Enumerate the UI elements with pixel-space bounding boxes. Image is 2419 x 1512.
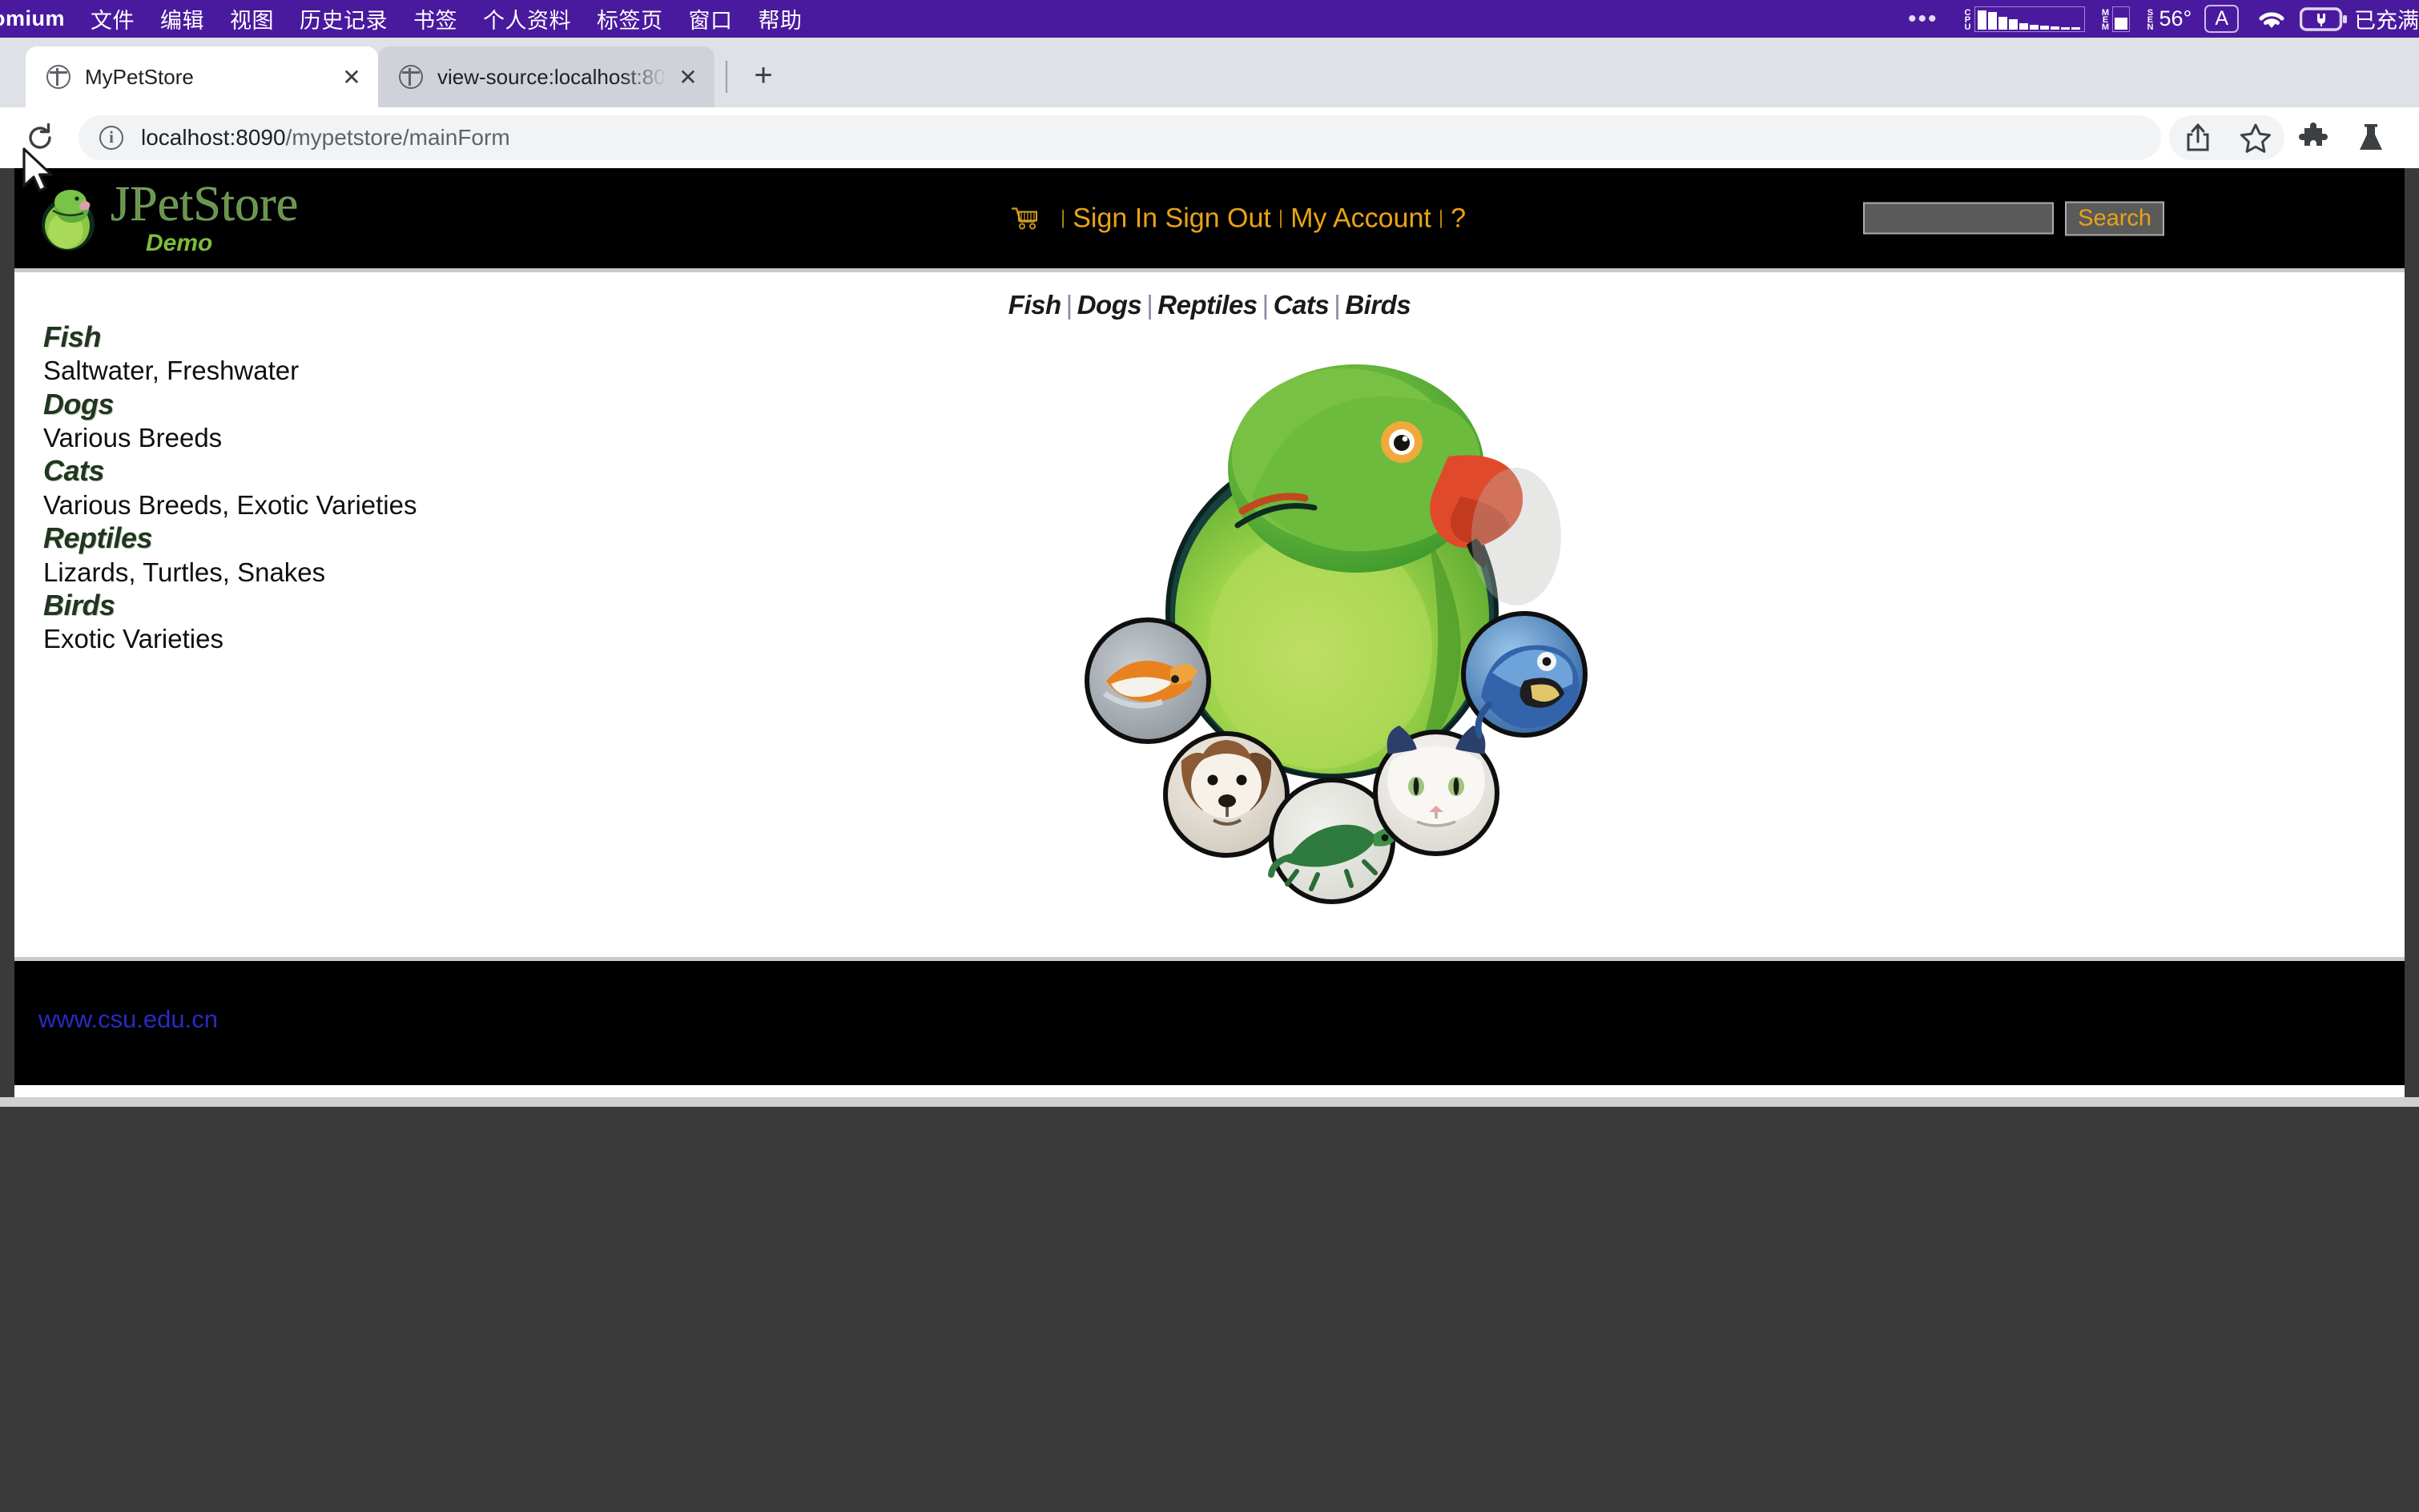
site-subtitle: Demo — [146, 229, 213, 256]
web-page: JPetStore Demo | Sign In Sign Out | My A… — [14, 168, 2405, 1097]
menu-item-edit[interactable]: 编辑 — [147, 3, 217, 34]
goldfish-circle — [1085, 617, 1211, 744]
sidebar-category-cats[interactable]: Cats — [43, 454, 556, 488]
main-content: Fish | Dogs | Reptiles | Cats | Birds Fish Saltw… — [14, 272, 2405, 957]
address-bar[interactable]: i localhost:8090/mypetstore/mainForm — [78, 115, 2161, 160]
menu-item-file[interactable]: 文件 — [78, 3, 147, 34]
nav-separator: | — [1061, 207, 1066, 229]
site-title: JPetStore — [111, 176, 299, 231]
shopping-cart-icon[interactable] — [1012, 207, 1040, 231]
menu-bar-status-area: ••• CPU MEM SEN 56° A 已充满 — [1890, 0, 2419, 38]
cpu-label: CPU — [1962, 8, 1973, 30]
sidebar-category-fish[interactable]: Fish — [43, 320, 556, 354]
mem-label: MEM — [2100, 8, 2111, 30]
temperature-value: 56° — [2159, 6, 2192, 30]
url-text: localhost:8090/mypetstore/mainForm — [141, 125, 510, 151]
cpu-graph-icon — [1974, 6, 2086, 32]
toolbar-icons — [2169, 115, 2400, 160]
white-cat-circle — [1373, 726, 1499, 856]
site-footer: www.csu.edu.cn — [14, 957, 2405, 1085]
browser-tab-mypetstore[interactable]: MyPetStore ✕ — [26, 46, 378, 107]
bookmark-star-icon[interactable] — [2227, 115, 2284, 160]
footer-link[interactable]: www.csu.edu.cn — [38, 1005, 218, 1033]
my-account-link[interactable]: My Account — [1290, 203, 1431, 234]
menu-item-help[interactable]: 帮助 — [746, 3, 815, 34]
url-path: /mypetstore/mainForm — [285, 125, 510, 150]
status-overflow-icon[interactable]: ••• — [1890, 6, 1956, 31]
sidebar-desc-fish: Saltwater, Freshwater — [43, 356, 300, 386]
search-button[interactable]: Search — [2065, 201, 2164, 235]
experiments-flask-icon[interactable] — [2342, 115, 2400, 160]
help-link[interactable]: ? — [1451, 203, 1466, 234]
menu-item-app-name[interactable]: omium — [0, 6, 78, 31]
tab-divider — [726, 61, 727, 93]
search-input[interactable] — [1863, 202, 2055, 235]
site-logo[interactable]: JPetStore Demo — [38, 176, 299, 257]
cpu-monitor[interactable]: CPU — [1955, 0, 2093, 38]
menu-bar-items: omium 文件 编辑 视图 历史记录 书签 个人资料 标签页 窗口 帮助 — [0, 3, 815, 34]
wifi-icon[interactable] — [2255, 6, 2288, 32]
pet-splash-image[interactable] — [1012, 296, 1620, 905]
nav-separator: | — [1438, 207, 1444, 229]
menu-item-view[interactable]: 视图 — [217, 3, 287, 34]
sidebar-category-dogs[interactable]: Dogs — [43, 388, 556, 421]
globe-icon — [399, 65, 423, 89]
tab-title: view-source:localhost:8090/m — [437, 64, 666, 89]
sidebar-category-reptiles[interactable]: Reptiles — [43, 521, 556, 555]
header-navigation: | Sign In Sign Out | My Account | ? — [1012, 203, 1466, 234]
browser-toolbar: i localhost:8090/mypetstore/mainForm — [0, 107, 2419, 168]
sen-label: SEN — [2145, 8, 2155, 30]
close-icon[interactable]: ✕ — [674, 64, 702, 90]
parrot-logo-icon — [38, 184, 98, 253]
new-tab-button[interactable]: + — [745, 59, 782, 91]
browser-tab-view-source[interactable]: view-source:localhost:8090/m ✕ — [378, 46, 714, 107]
close-icon[interactable]: ✕ — [338, 64, 365, 90]
sign-in-sign-out-link[interactable]: Sign In Sign Out — [1073, 203, 1271, 234]
menu-item-history[interactable]: 历史记录 — [287, 3, 400, 34]
menu-item-profiles[interactable]: 个人资料 — [470, 3, 584, 34]
memory-monitor[interactable]: MEM — [2093, 0, 2138, 38]
sidebar-category-birds[interactable]: Birds — [43, 589, 556, 622]
globe-icon — [46, 65, 70, 89]
menu-item-bookmarks[interactable]: 书签 — [400, 3, 470, 34]
sidebar-desc-cats: Various Breeds, Exotic Varieties — [43, 489, 417, 520]
menu-item-tabs[interactable]: 标签页 — [584, 3, 676, 34]
blue-macaw-circle — [1461, 611, 1588, 738]
sidebar-desc-dogs: Various Breeds — [43, 423, 223, 453]
macos-menu-bar: omium 文件 编辑 视图 历史记录 书签 个人资料 标签页 窗口 帮助 ••… — [0, 0, 2419, 38]
menu-item-window[interactable]: 窗口 — [676, 3, 746, 34]
mem-gauge-icon — [2112, 6, 2131, 32]
share-icon[interactable] — [2169, 115, 2227, 160]
nav-separator: | — [1278, 207, 1284, 229]
sidebar-desc-reptiles: Lizards, Turtles, Snakes — [43, 557, 326, 587]
sidebar-desc-birds: Exotic Varieties — [43, 624, 223, 654]
url-host: localhost:8090 — [141, 125, 286, 150]
tab-title: MyPetStore — [85, 64, 194, 89]
info-icon[interactable]: i — [99, 126, 123, 150]
battery-status-text: 已充满 — [2354, 9, 2419, 33]
battery-charged-icon[interactable] — [2300, 6, 2348, 33]
site-header: JPetStore Demo | Sign In Sign Out | My A… — [14, 168, 2405, 272]
extensions-puzzle-icon[interactable] — [2284, 115, 2342, 160]
site-search: Search — [1863, 201, 2164, 235]
toolbar-pill-group — [2169, 115, 2284, 160]
site-logo-text: JPetStore Demo — [111, 176, 299, 257]
page-bottom-strip — [0, 1097, 2419, 1107]
sensor-temperature[interactable]: SEN 56° — [2138, 0, 2200, 38]
browser-viewport: JPetStore Demo | Sign In Sign Out | My A… — [0, 168, 2419, 1097]
keyboard-input-indicator[interactable]: A — [2204, 5, 2239, 33]
browser-tab-strip: MyPetStore ✕ view-source:localhost:8090/… — [0, 38, 2419, 107]
reload-icon[interactable] — [19, 122, 61, 154]
category-sidebar: Fish Saltwater, Freshwater Dogs Various … — [43, 320, 556, 656]
